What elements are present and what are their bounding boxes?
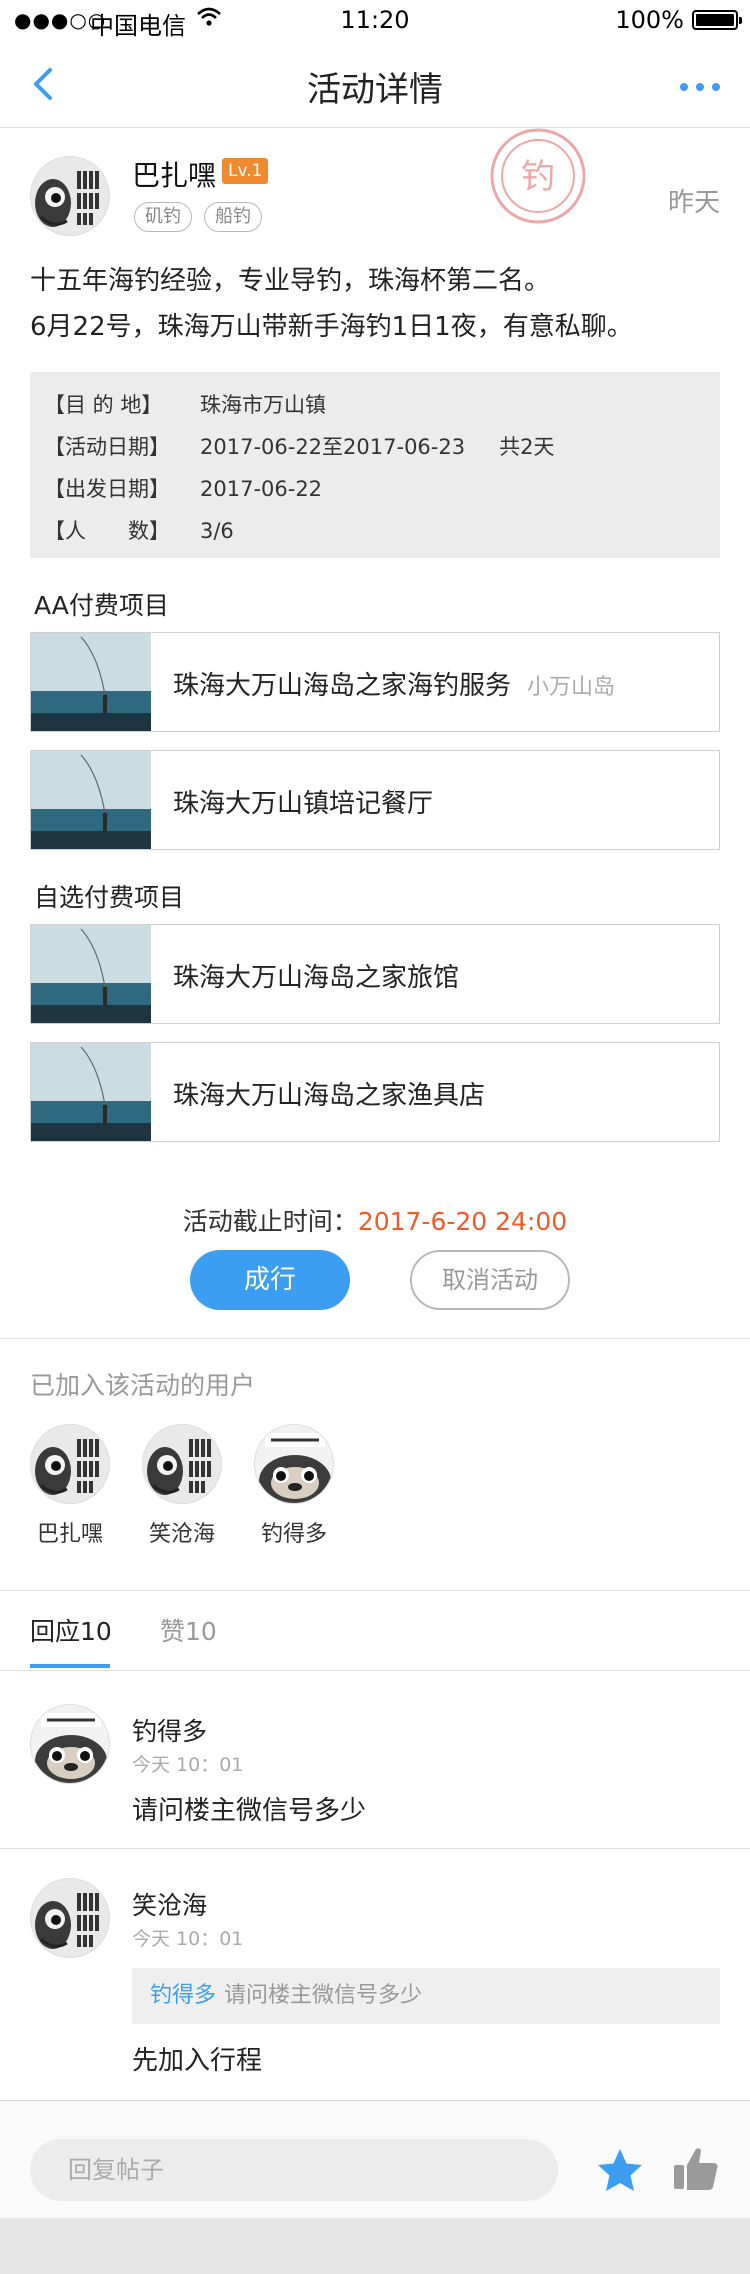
service-name: 珠海大万山海岛之家渔具店 — [173, 1081, 486, 1111]
member-name: 笑沧海 — [148, 1522, 215, 1547]
info-label: 【人 数】 — [44, 519, 170, 543]
go-button[interactable]: 成行 — [190, 1250, 350, 1310]
cancel-activity-button[interactable]: 取消活动 — [410, 1250, 570, 1310]
service-item[interactable]: 珠海大万山海岛之家海钓服务 小万山岛 — [30, 632, 720, 732]
info-value: 珠海市万山镇 — [200, 393, 326, 417]
avatar — [142, 1424, 222, 1504]
divider — [0, 1670, 750, 1671]
avatar — [30, 1424, 110, 1504]
nav-bar: 活动详情 — [0, 40, 750, 128]
thumbs-up-icon[interactable] — [670, 2143, 722, 2195]
activity-info-box: 【目 的 地】 珠海市万山镇 【活动日期】 2017-06-22至2017-06-2… — [30, 372, 720, 558]
reply-text: 先加入行程 — [132, 2046, 263, 2076]
avatar[interactable] — [30, 1878, 110, 1958]
tag-boat-fishing: 船钓 — [204, 202, 262, 232]
comment-tabs: 回应10 赞10 — [0, 1590, 750, 1670]
service-name: 珠海大万山海岛之家海钓服务 — [173, 671, 512, 701]
info-value: 3/6 — [200, 519, 234, 543]
member-name: 巴扎嘿 — [36, 1522, 103, 1547]
info-value: 2017-06-22 — [200, 477, 323, 501]
service-item[interactable]: 珠海大万山海岛之家渔具店 — [30, 1042, 720, 1142]
post-body-line: 6月22号，珠海万山带新手海钓1日1夜，有意私聊。 — [30, 312, 633, 342]
info-departure: 【出发日期】 2017-06-22 — [44, 468, 706, 510]
level-badge: Lv.1 — [222, 158, 269, 184]
aa-section-title: AA付费项目 — [34, 591, 169, 620]
avatar[interactable] — [30, 1704, 110, 1784]
divider — [0, 1338, 750, 1339]
reply-time: 今天 10：01 — [132, 1754, 244, 1776]
member-item[interactable]: 巴扎嘿 — [20, 1424, 120, 1548]
joined-users-title: 已加入该活动的用户 — [30, 1371, 256, 1400]
tab-replies[interactable]: 回应10 — [30, 1612, 112, 1648]
quoted-text: 请问楼主微信号多少 — [224, 1983, 423, 2008]
avatar[interactable] — [30, 156, 110, 236]
stamp-text: 钓 — [521, 157, 555, 197]
optional-section-title: 自选付费项目 — [34, 883, 185, 912]
stamp-icon: 钓 — [488, 126, 588, 226]
reply-time: 今天 10：01 — [132, 1928, 244, 1950]
home-indicator-area — [0, 2218, 750, 2274]
quoted-author[interactable]: 钓得多 — [150, 1983, 216, 2008]
reply-text: 请问楼主微信号多少 — [132, 1796, 367, 1826]
service-location: 小万山岛 — [527, 675, 616, 700]
service-thumbnail — [31, 925, 151, 1023]
service-thumbnail — [31, 633, 151, 731]
divider — [0, 1848, 750, 1849]
page-title: 活动详情 — [307, 70, 443, 110]
info-destination: 【目 的 地】 珠海市万山镇 — [44, 384, 706, 426]
avatar — [254, 1424, 334, 1504]
service-item[interactable]: 珠海大万山镇培记餐厅 — [30, 750, 720, 850]
reply-item: 钓得多 今天 10：01 请问楼主微信号多少 — [0, 1704, 750, 1834]
service-item[interactable]: 珠海大万山海岛之家旅馆 — [30, 924, 720, 1024]
reply-author[interactable]: 笑沧海 — [132, 1886, 207, 1922]
star-icon[interactable] — [594, 2145, 646, 2197]
service-name: 珠海大万山海岛之家旅馆 — [173, 963, 460, 993]
battery-percent: 100% — [615, 6, 684, 34]
member-item[interactable]: 钓得多 — [244, 1424, 344, 1548]
info-duration: 共2天 — [499, 435, 555, 459]
post-body: 十五年海钓经验，专业导钓，珠海杯第二名。 6月22号，珠海万山带新手海钓1日1夜… — [30, 258, 730, 350]
post-time: 昨天 — [667, 188, 720, 218]
author-name[interactable]: 巴扎嘿 — [132, 154, 216, 194]
tab-underline — [30, 1664, 110, 1668]
info-people: 【人 数】 3/6 — [44, 510, 706, 552]
tab-likes[interactable]: 赞10 — [160, 1612, 217, 1648]
bottom-bar — [0, 2100, 750, 2218]
info-activity-date: 【活动日期】 2017-06-22至2017-06-23 共2天 — [44, 426, 706, 468]
deadline: 活动截止时间：2017-6-20 24:00 — [0, 1202, 750, 1238]
service-name: 珠海大万山镇培记餐厅 — [173, 789, 434, 819]
tag-rock-fishing: 矶钓 — [134, 202, 192, 232]
member-name: 钓得多 — [260, 1522, 327, 1547]
info-value: 2017-06-22至2017-06-23 — [200, 435, 466, 459]
reply-author[interactable]: 钓得多 — [132, 1712, 207, 1748]
battery-icon — [692, 10, 742, 30]
info-label: 【出发日期】 — [44, 477, 170, 501]
member-item[interactable]: 笑沧海 — [132, 1424, 232, 1548]
service-thumbnail — [31, 1043, 151, 1141]
quoted-reply: 钓得多 请问楼主微信号多少 — [132, 1968, 720, 2024]
deadline-label: 活动截止时间： — [182, 1207, 358, 1236]
info-label: 【目 的 地】 — [44, 393, 163, 417]
deadline-value: 2017-6-20 24:00 — [357, 1207, 568, 1236]
info-label: 【活动日期】 — [44, 435, 170, 459]
post-body-line: 十五年海钓经验，专业导钓，珠海杯第二名。 — [30, 266, 551, 296]
status-bar: ●●●○○ 中国电信 11:20 100% — [0, 0, 750, 40]
service-thumbnail — [31, 751, 151, 849]
reply-item: 笑沧海 今天 10：01 钓得多 请问楼主微信号多少 先加入行程 — [0, 1878, 750, 2078]
reply-input[interactable] — [30, 2139, 558, 2201]
more-dots-icon[interactable] — [678, 78, 722, 91]
